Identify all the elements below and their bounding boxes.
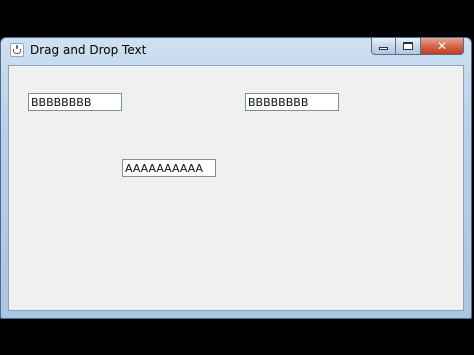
maximize-icon	[403, 42, 413, 50]
maximize-button[interactable]	[396, 38, 421, 55]
text-field-top-left[interactable]	[28, 93, 122, 111]
java-cup-shape	[13, 49, 21, 54]
content-panel	[8, 65, 464, 311]
window-controls: ✕	[371, 38, 464, 56]
title-bar[interactable]: Drag and Drop Text ✕	[1, 38, 471, 64]
minimize-icon	[379, 47, 388, 50]
text-field-middle[interactable]	[122, 159, 216, 177]
text-field-top-right[interactable]	[245, 93, 339, 111]
window-title: Drag and Drop Text	[30, 43, 147, 57]
minimize-button[interactable]	[371, 38, 396, 55]
java-cup-icon[interactable]	[10, 43, 24, 57]
close-button[interactable]: ✕	[421, 38, 464, 55]
close-icon: ✕	[436, 39, 448, 53]
screen: Drag and Drop Text ✕	[0, 0, 474, 355]
app-window: Drag and Drop Text ✕	[0, 37, 472, 319]
